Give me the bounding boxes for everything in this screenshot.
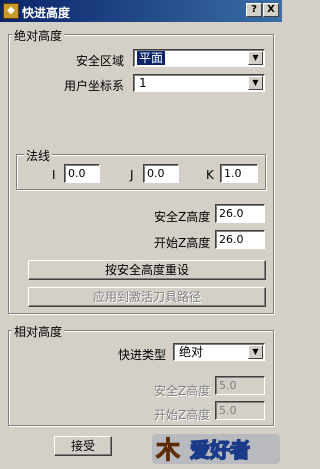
help-button[interactable]: ?: [246, 3, 262, 17]
accept-button[interactable]: 接受: [54, 436, 112, 456]
safe-z-label: 安全Z高度: [154, 210, 211, 224]
window-title: 快进高度: [22, 6, 71, 20]
normal-j-input[interactable]: 0.0: [143, 164, 179, 183]
watermark-text: 爱好者: [190, 438, 250, 462]
start-z-input[interactable]: 26.0: [215, 230, 265, 249]
chevron-down-icon[interactable]: ▼: [248, 345, 263, 359]
title-bar[interactable]: ◆ 快进高度 ? X: [0, 0, 282, 22]
normal-j-label: J: [130, 168, 134, 182]
normal-k-input[interactable]: 1.0: [220, 164, 258, 183]
relative-start-z-input[interactable]: 5.0: [215, 401, 265, 420]
ucs-select[interactable]: 1 ▼: [133, 74, 265, 92]
chevron-down-icon[interactable]: ▼: [248, 51, 263, 65]
normal-i-input[interactable]: 0.0: [64, 164, 100, 183]
normal-k-label: K: [206, 168, 214, 182]
start-z-label: 开始Z高度: [154, 236, 211, 250]
apply-to-active-toolpath-button[interactable]: 应用到激活刀具路径: [28, 287, 266, 307]
watermark-mark: 木: [155, 436, 181, 464]
app-icon: ◆: [3, 3, 19, 19]
rapid-type-label: 快进类型: [118, 348, 167, 362]
absolute-height-label: 绝对高度: [12, 27, 65, 44]
relative-height-label: 相对高度: [12, 323, 65, 340]
chevron-down-icon[interactable]: ▼: [248, 76, 263, 90]
relative-start-z-label: 开始Z高度: [154, 408, 211, 422]
relative-safe-z-input[interactable]: 5.0: [215, 376, 265, 395]
safe-zone-value: 平面: [137, 51, 166, 65]
close-button[interactable]: X: [263, 3, 279, 17]
rapid-type-select[interactable]: 绝对 ▼: [173, 343, 265, 361]
normal-label: 法线: [24, 147, 53, 164]
normal-i-label: I: [52, 168, 56, 182]
relative-safe-z-label: 安全Z高度: [154, 384, 211, 398]
rapid-type-value: 绝对: [179, 345, 204, 359]
safe-zone-label: 安全区域: [76, 54, 125, 68]
reset-by-safe-height-button[interactable]: 按安全高度重设: [28, 260, 266, 280]
ucs-value: 1: [139, 76, 147, 90]
safe-zone-select[interactable]: 平面 ▼: [133, 49, 265, 67]
ucs-label: 用户坐标系: [64, 79, 125, 93]
watermark-logo: 木 爱好者: [150, 432, 282, 466]
safe-z-input[interactable]: 26.0: [215, 204, 265, 223]
